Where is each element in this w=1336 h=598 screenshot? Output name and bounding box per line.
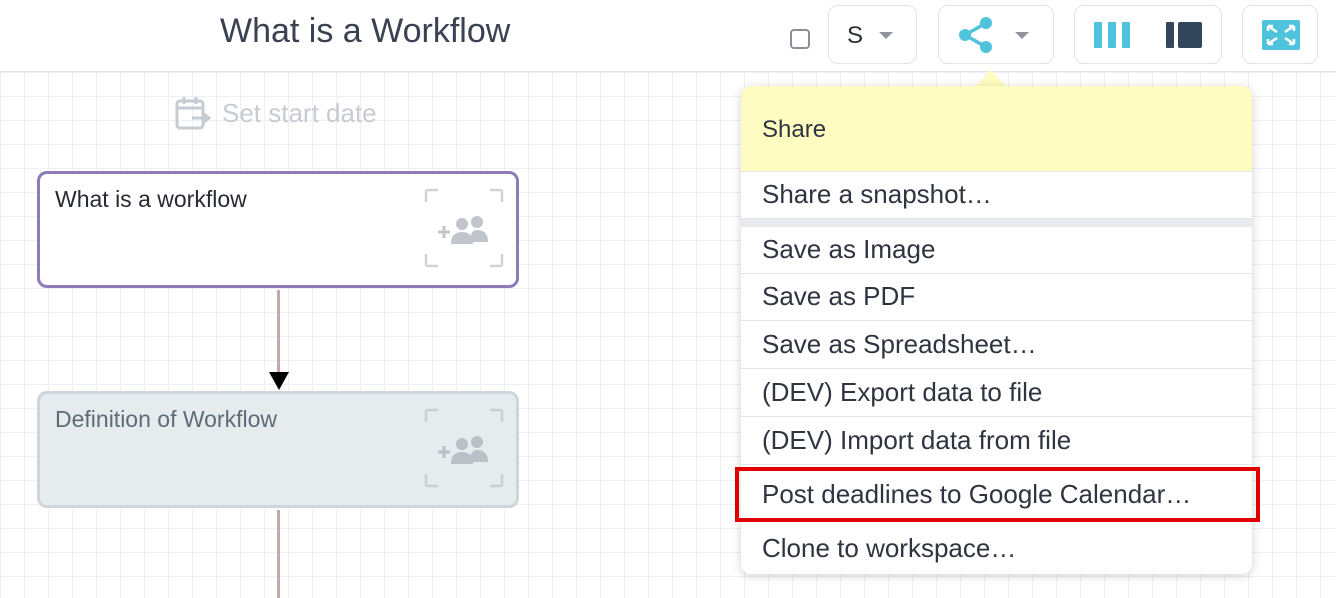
share-menu: Share Share a snapshot… Save as Image Sa… — [741, 86, 1252, 574]
share-icon — [959, 17, 992, 53]
arrow-down-icon — [269, 372, 289, 390]
fit-screen-button[interactable] — [1242, 5, 1318, 64]
workflow-node[interactable]: Definition of Workflow — [37, 391, 519, 508]
menu-item-save-pdf[interactable]: Save as PDF — [741, 274, 1252, 321]
top-toolbar: What is a Workflow S — [0, 0, 1336, 72]
chevron-down-icon — [879, 32, 893, 39]
size-selector-label: S — [847, 22, 864, 49]
add-group-icon — [424, 188, 504, 268]
assign-people-button[interactable] — [424, 408, 504, 488]
share-menu-title: Share — [762, 116, 827, 143]
menu-pointer — [975, 70, 1007, 87]
menu-item-save-image[interactable]: Save as Image — [741, 227, 1252, 274]
size-selector-button[interactable]: S — [828, 5, 917, 64]
page-title: What is a Workflow — [220, 12, 511, 50]
share-button[interactable] — [938, 5, 1054, 64]
view-toggle-group — [1074, 5, 1222, 64]
node-title: Definition of Workflow — [55, 406, 277, 432]
share-menu-header: Share — [741, 86, 1252, 172]
menu-item-share-snapshot[interactable]: Share a snapshot… — [741, 172, 1252, 219]
menu-separator — [741, 219, 1252, 227]
menu-item-post-google-calendar[interactable]: Post deadlines to Google Calendar… — [741, 472, 1252, 519]
calendar-arrow-icon — [175, 97, 212, 130]
connector-line — [277, 510, 280, 598]
connector-line — [277, 290, 280, 372]
set-start-date-label: Set start date — [222, 98, 377, 128]
sidebar-view-icon[interactable] — [1164, 20, 1204, 50]
node-title: What is a workflow — [55, 186, 247, 212]
assign-people-button[interactable] — [424, 188, 504, 268]
columns-view-icon[interactable] — [1092, 20, 1132, 50]
menu-item-save-spreadsheet[interactable]: Save as Spreadsheet… — [741, 322, 1252, 369]
menu-item-clone-workspace[interactable]: Clone to workspace… — [741, 526, 1252, 573]
fit-screen-icon — [1262, 20, 1300, 50]
menu-item-export-data[interactable]: (DEV) Export data to file — [741, 370, 1252, 417]
workflow-node[interactable]: What is a workflow — [37, 171, 519, 288]
select-checkbox[interactable] — [790, 29, 810, 49]
chevron-down-icon — [1015, 32, 1029, 39]
add-group-icon — [424, 408, 504, 488]
menu-item-import-data[interactable]: (DEV) Import data from file — [741, 418, 1252, 465]
